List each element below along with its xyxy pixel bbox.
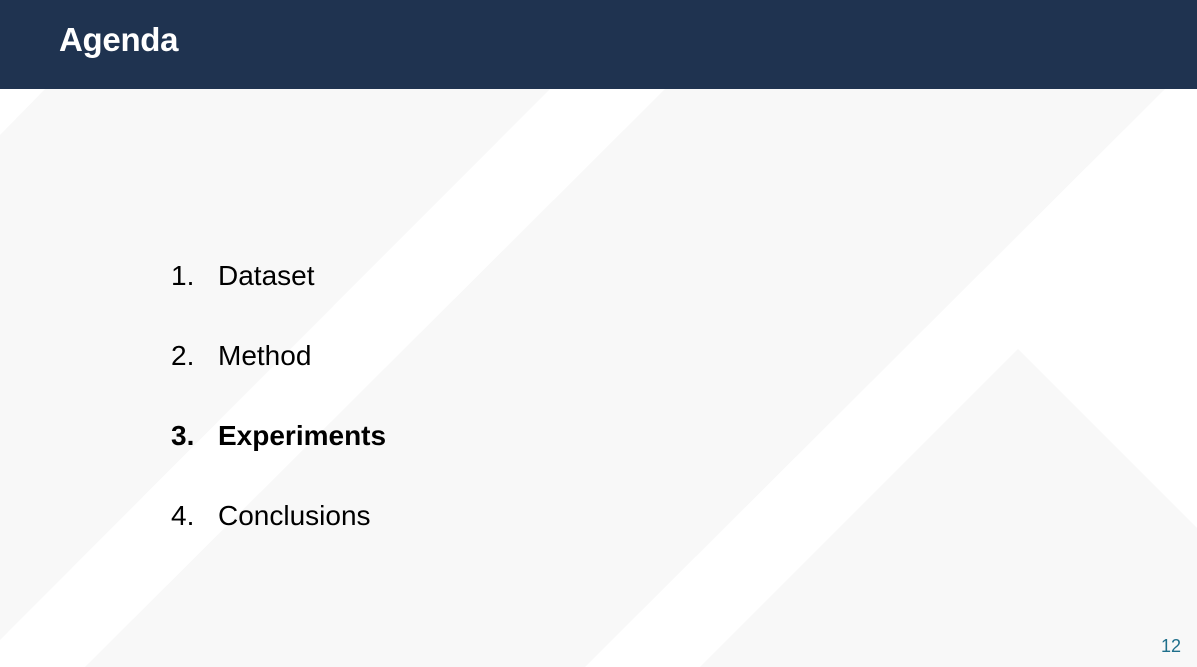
agenda-item-label: Method: [218, 340, 312, 371]
agenda-item-number: 2.: [171, 340, 195, 371]
agenda-item-number: 3.: [171, 420, 195, 451]
page-number: 12: [1160, 636, 1181, 656]
agenda-item-label: Conclusions: [218, 500, 371, 531]
agenda-item: 1. Dataset: [171, 256, 386, 296]
agenda-item-label: Experiments: [218, 420, 387, 451]
slide-header: Agenda: [0, 0, 1197, 89]
slide-title: Agenda: [59, 21, 179, 58]
agenda-list: 1. Dataset 2. Method 3. Experiments 4. C…: [171, 256, 386, 576]
agenda-item-label: Dataset: [218, 260, 315, 291]
agenda-item-number: 4.: [171, 500, 195, 531]
agenda-item: 4. Conclusions: [171, 496, 386, 536]
agenda-item-current: 3. Experiments: [171, 416, 386, 456]
slide: Agenda 1. Dataset 2. Method 3. Experimen…: [0, 0, 1197, 667]
agenda-item-number: 1.: [171, 260, 195, 291]
agenda-item: 2. Method: [171, 336, 386, 376]
